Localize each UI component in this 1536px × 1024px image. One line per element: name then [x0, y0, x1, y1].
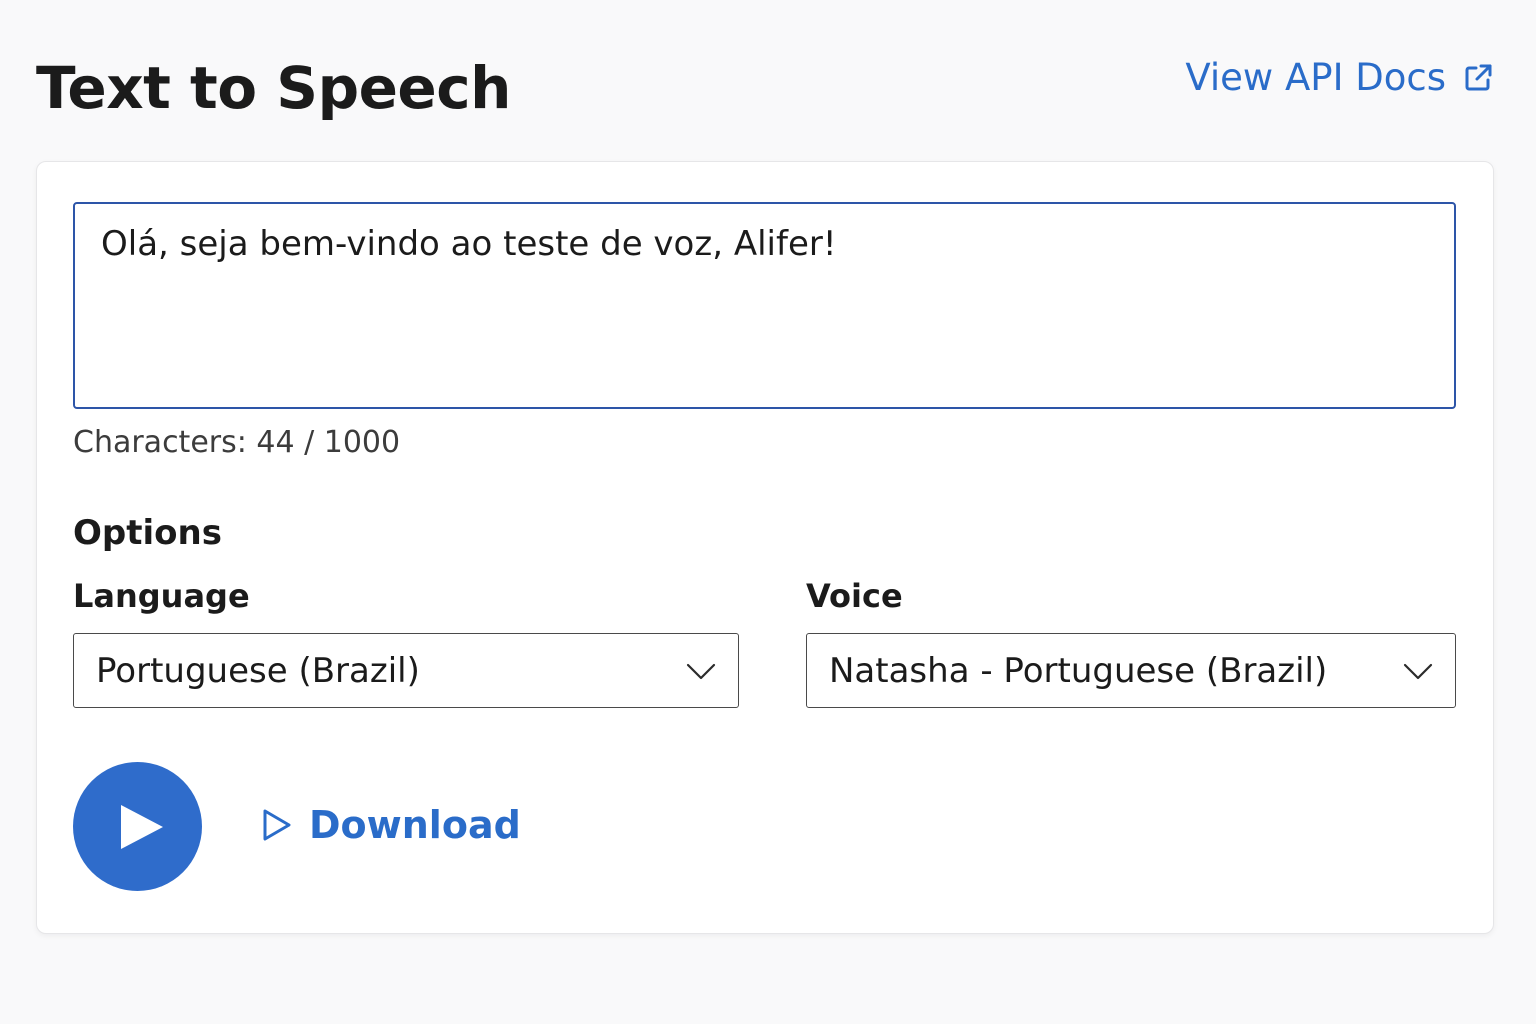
options-heading: Options — [73, 513, 222, 553]
page-header: Text to Speech View API Docs — [36, 46, 1494, 126]
page-title: Text to Speech — [36, 54, 511, 122]
play-outline-icon — [263, 809, 291, 841]
download-label: Download — [309, 803, 521, 847]
voice-selected-value: Natasha - Portuguese (Brazil) — [829, 650, 1328, 691]
download-link[interactable]: Download — [261, 803, 521, 847]
language-selected-value: Portuguese (Brazil) — [96, 650, 420, 691]
voice-select[interactable]: Natasha - Portuguese (Brazil) — [806, 633, 1456, 708]
language-select[interactable]: Portuguese (Brazil) — [73, 633, 739, 708]
chevron-down-icon — [1403, 663, 1433, 680]
play-button[interactable] — [73, 762, 202, 891]
play-icon — [120, 804, 163, 849]
language-label: Language — [73, 577, 250, 615]
voice-label: Voice — [806, 577, 903, 615]
chevron-down-icon — [686, 663, 716, 680]
character-count: Characters: 44 / 1000 — [73, 425, 401, 460]
view-api-docs-link[interactable]: View API Docs — [1185, 56, 1494, 99]
external-link-icon — [1465, 64, 1492, 90]
tts-card: Characters: 44 / 1000 Options Language P… — [36, 161, 1494, 934]
text-input[interactable] — [73, 202, 1456, 409]
api-link-label: View API Docs — [1185, 56, 1446, 99]
